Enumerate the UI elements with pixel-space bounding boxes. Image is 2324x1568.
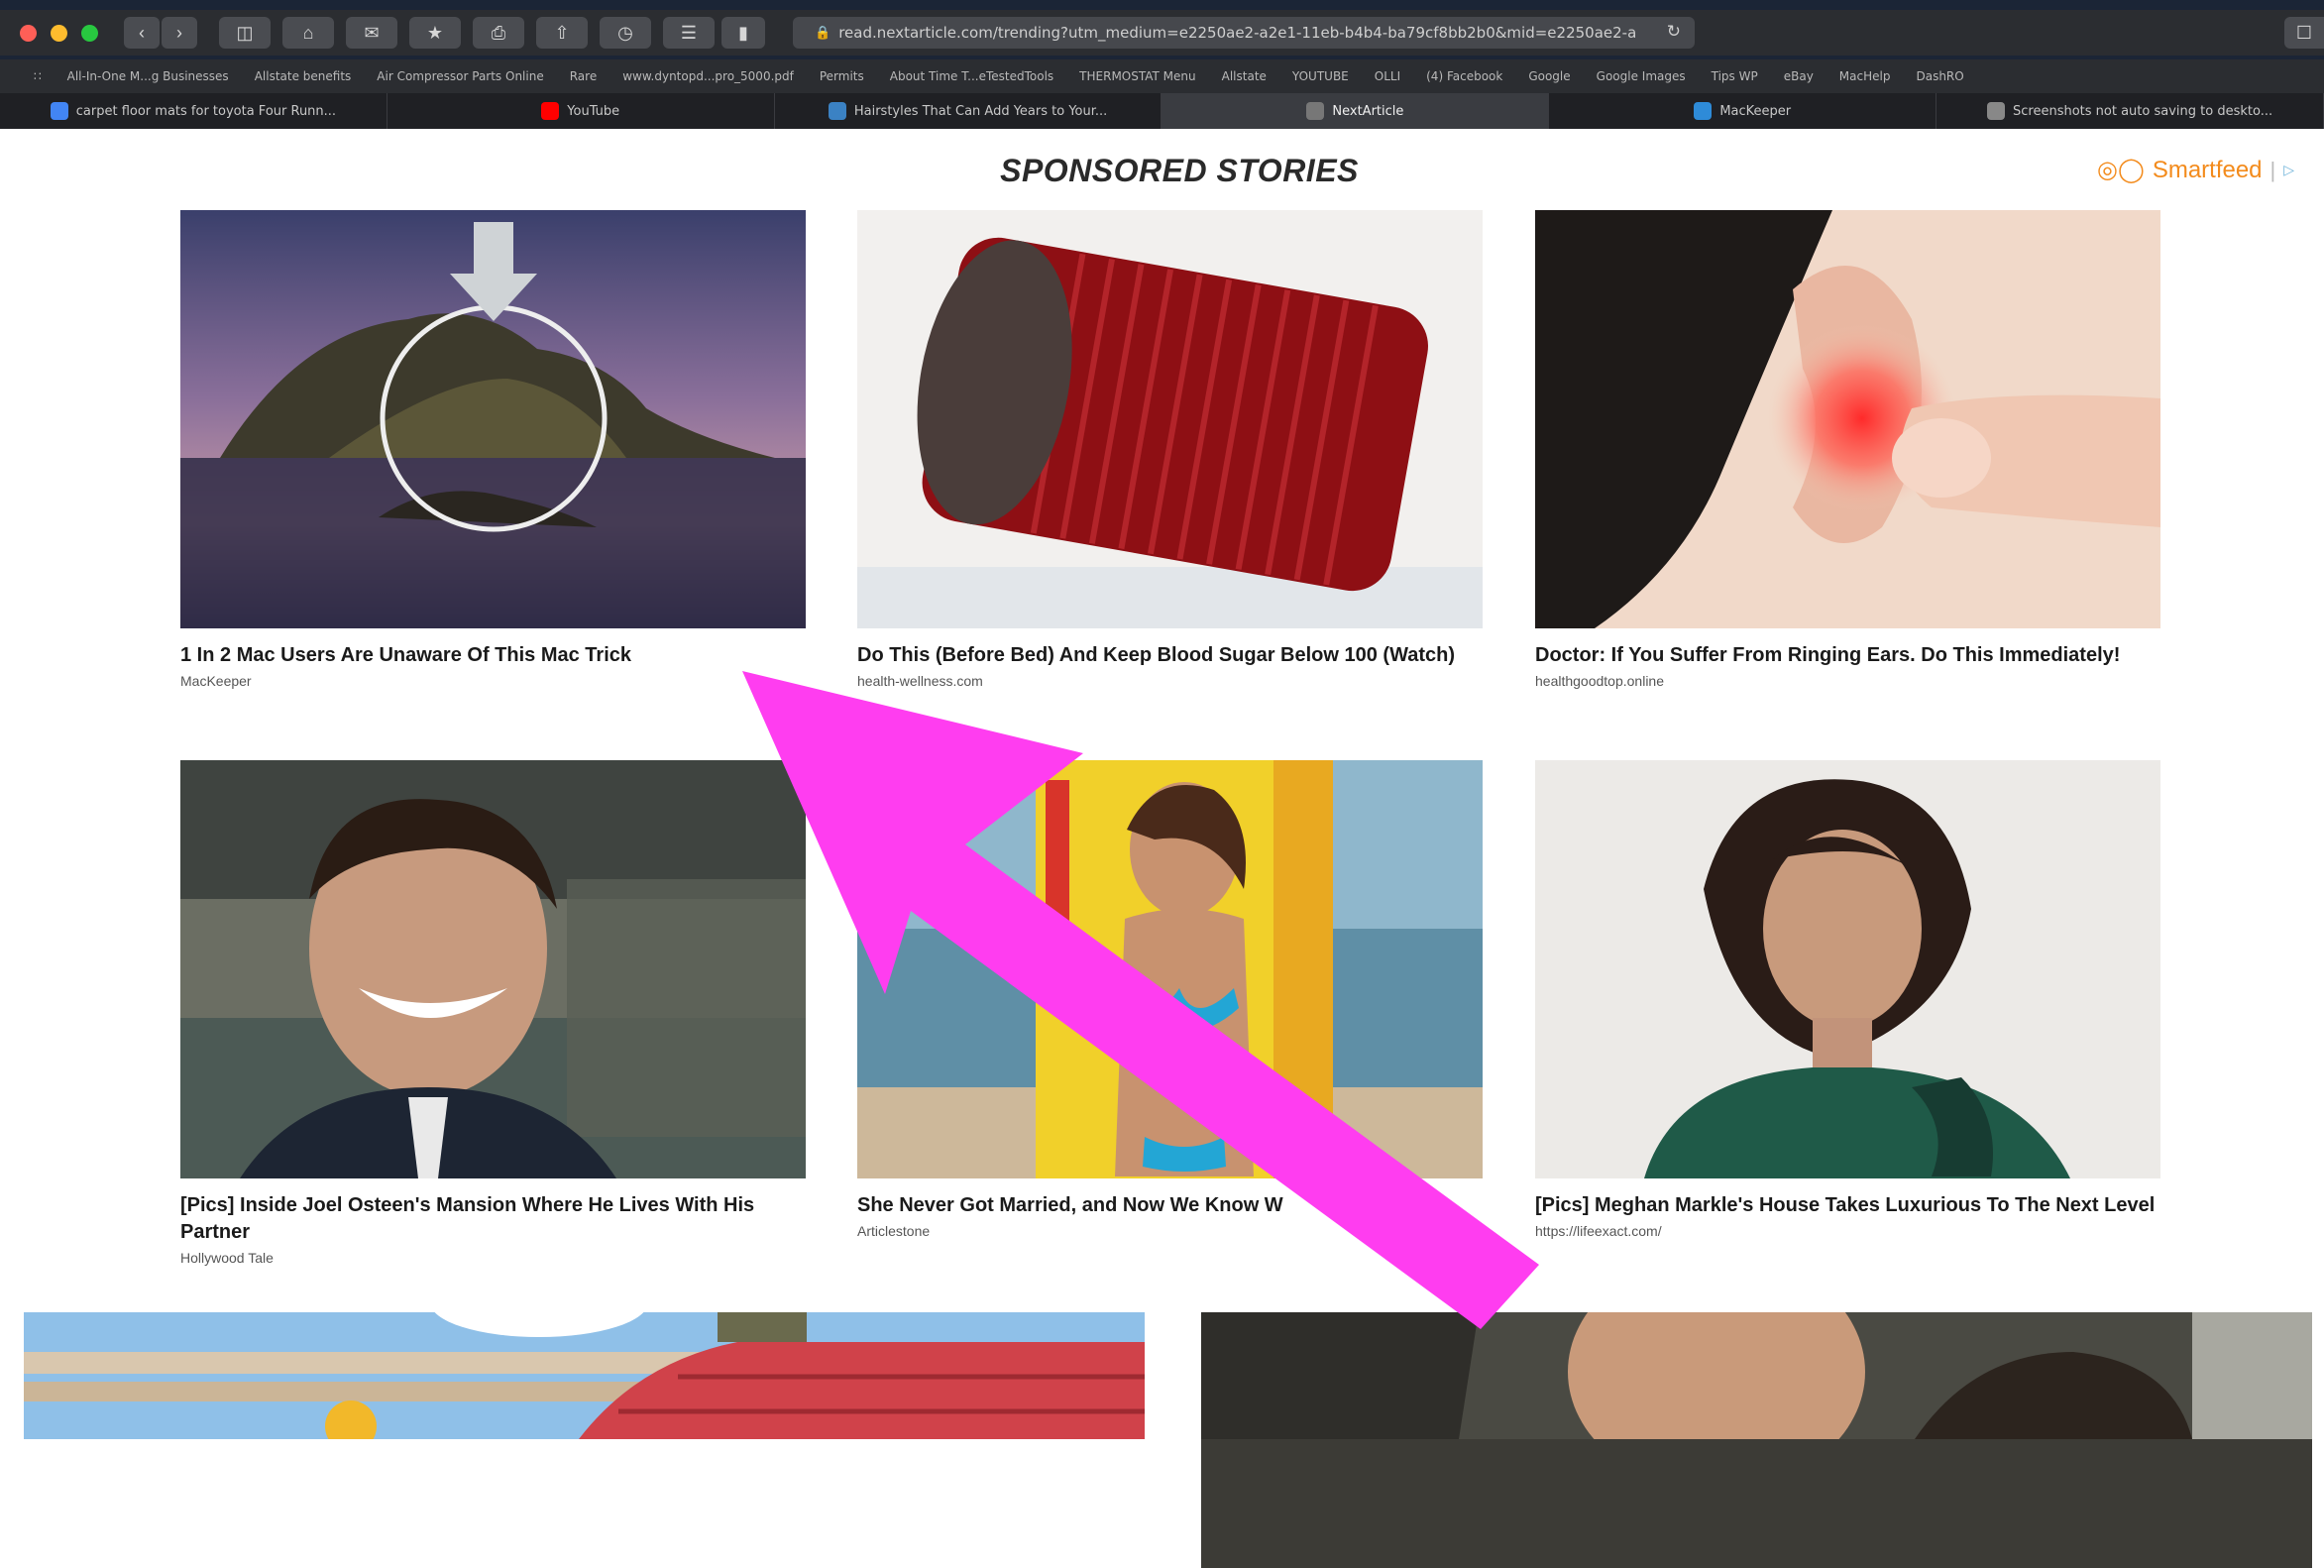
- home-icon[interactable]: ⌂: [282, 17, 334, 49]
- story-source: https://lifeexact.com/: [1535, 1223, 1662, 1239]
- apps-grid-icon[interactable]: ∷: [34, 69, 42, 83]
- history-icon[interactable]: ◷: [600, 17, 651, 49]
- bookmark-item[interactable]: (4) Facebook: [1426, 69, 1502, 83]
- bookmark-item[interactable]: OLLI: [1375, 69, 1400, 83]
- lock-icon: 🔒: [815, 25, 831, 41]
- tab-label: carpet floor mats for toyota Four Runn..…: [75, 103, 337, 119]
- window-controls: [20, 24, 98, 42]
- bookmark-item[interactable]: DashRO: [1916, 69, 1963, 83]
- story-title[interactable]: [Pics] Meghan Markle's House Takes Luxur…: [1535, 1192, 2160, 1219]
- bookmark-item[interactable]: eBay: [1784, 69, 1814, 83]
- tab-label: NextArticle: [1332, 103, 1404, 119]
- reader-icon[interactable]: ☰: [663, 17, 715, 49]
- browser-tab[interactable]: carpet floor mats for toyota Four Runn..…: [0, 93, 387, 129]
- grey-haired-man-image[interactable]: [1201, 1312, 2312, 1491]
- mackeeper-icon: [1694, 102, 1713, 120]
- smartfeed-icon: ◎◯: [2097, 157, 2145, 183]
- story-card-blood-sugar[interactable]: Do This (Before Bed) And Keep Blood Suga…: [857, 210, 1483, 689]
- story-title[interactable]: Do This (Before Bed) And Keep Blood Suga…: [857, 642, 1483, 669]
- red-ear-image[interactable]: [1535, 210, 2160, 628]
- bookmark-item[interactable]: Rare: [570, 69, 597, 83]
- page-content: SPONSORED STORIES ◎◯ Smartfeed | ▷ 1 In …: [0, 129, 2324, 1568]
- print-icon[interactable]: ⎙: [473, 17, 524, 49]
- beach-woman-image[interactable]: [857, 760, 1483, 1178]
- island-mac-wallpaper-image[interactable]: [180, 210, 806, 628]
- address-bar[interactable]: 🔒 read.nextarticle.com/trending?utm_medi…: [793, 17, 1695, 49]
- bookmark-item[interactable]: YOUTUBE: [1292, 69, 1349, 83]
- youtube-icon: [541, 102, 560, 120]
- tab-label: MacKeeper: [1719, 103, 1792, 119]
- zoom-window-button[interactable]: [81, 24, 98, 42]
- google-icon: [50, 102, 68, 120]
- story-title[interactable]: 1 In 2 Mac Users Are Unaware Of This Mac…: [180, 642, 806, 669]
- story-title[interactable]: She Never Got Married, and Now We Know W: [857, 1192, 1483, 1219]
- forward-button[interactable]: ›: [162, 17, 197, 49]
- privacy-shield-icon[interactable]: ▮: [721, 17, 765, 49]
- bookmark-item[interactable]: Tips WP: [1712, 69, 1758, 83]
- story-card-celebrity[interactable]: [1201, 1312, 2312, 1568]
- browser-tab[interactable]: NextArticle: [1162, 93, 1550, 129]
- sidebar-icon[interactable]: ◫: [219, 17, 271, 49]
- story-card-never-married[interactable]: She Never Got Married, and Now We Know W…: [857, 760, 1483, 1239]
- tab-label: YouTube: [567, 103, 620, 119]
- downloads-icon[interactable]: ☐: [2284, 17, 2324, 49]
- browser-tab[interactable]: YouTube: [387, 93, 775, 129]
- story-source: Hollywood Tale: [180, 1250, 274, 1266]
- bookmark-item[interactable]: MacHelp: [1839, 69, 1891, 83]
- page-heading: SPONSORED STORIES: [1000, 153, 1359, 188]
- smiling-man-image[interactable]: [180, 760, 806, 1178]
- smartfeed-logo[interactable]: ◎◯ Smartfeed | ▷: [2097, 156, 2294, 184]
- bookmark-item[interactable]: Allstate benefits: [255, 69, 352, 83]
- story-source: Articlestone: [857, 1223, 931, 1239]
- bookmark-item[interactable]: All-In-One M...g Businesses: [67, 69, 229, 83]
- bookmark-item[interactable]: THERMOSTAT Menu: [1079, 69, 1195, 83]
- bookmark-item[interactable]: Air Compressor Parts Online: [377, 69, 543, 83]
- share-icon[interactable]: ⇧: [536, 17, 588, 49]
- story-card-roofing[interactable]: [24, 1312, 1145, 1568]
- browser-tab[interactable]: Screenshots not auto saving to deskto...: [1937, 93, 2324, 129]
- story-card-ringing-ears[interactable]: Doctor: If You Suffer From Ringing Ears.…: [1535, 210, 2160, 689]
- roof-worker-image[interactable]: [24, 1312, 1145, 1452]
- bookmark-item[interactable]: www.dyntopd...pro_5000.pdf: [622, 69, 794, 83]
- story-card-meghan-markle[interactable]: [Pics] Meghan Markle's House Takes Luxur…: [1535, 760, 2160, 1239]
- cranberry-jelly-image[interactable]: [857, 210, 1483, 628]
- apple-icon: [1987, 102, 2005, 120]
- browser-tab[interactable]: Hairstyles That Can Add Years to Your...: [775, 93, 1162, 129]
- url-text: read.nextarticle.com/trending?utm_medium…: [838, 24, 1637, 42]
- tab-bar: carpet floor mats for toyota Four Runn..…: [0, 93, 2324, 129]
- ad-choices-icon[interactable]: ▷: [2283, 162, 2294, 178]
- minimize-window-button[interactable]: [51, 24, 67, 42]
- story-card-osteen[interactable]: [Pics] Inside Joel Osteen's Mansion Wher…: [180, 760, 806, 1266]
- story-source: MacKeeper: [180, 673, 252, 689]
- story-source: healthgoodtop.online: [1535, 673, 1665, 689]
- story-title[interactable]: [Pics] Inside Joel Osteen's Mansion Wher…: [180, 1192, 806, 1246]
- mail-icon[interactable]: ✉: [346, 17, 397, 49]
- browser-tab[interactable]: MacKeeper: [1549, 93, 1937, 129]
- bookmark-item[interactable]: Permits: [820, 69, 864, 83]
- reload-icon[interactable]: ↻: [1667, 22, 1681, 42]
- bookmark-item[interactable]: About Time T...eTestedTools: [890, 69, 1053, 83]
- browser-toolbar: ‹ › ◫ ⌂ ✉ ★ ⎙ ⇧ ◷ ☰ ▮ 🔒 read.nextarticle…: [0, 10, 2324, 56]
- story-source: health-wellness.com: [857, 673, 983, 689]
- bookmark-item[interactable]: Google Images: [1597, 69, 1686, 83]
- f-icon: [828, 102, 846, 120]
- bookmark-item[interactable]: Allstate: [1222, 69, 1267, 83]
- bookmarks-bar: ∷ All-In-One M...g Businesses Allstate be…: [0, 59, 2324, 93]
- tab-label: Screenshots not auto saving to deskto...: [2013, 103, 2273, 119]
- bookmark-item[interactable]: Google: [1528, 69, 1570, 83]
- close-window-button[interactable]: [20, 24, 37, 42]
- woman-portrait-image[interactable]: [1535, 760, 2160, 1178]
- n-icon: [1306, 102, 1325, 120]
- back-button[interactable]: ‹: [124, 17, 160, 49]
- bookmark-star-icon[interactable]: ★: [409, 17, 461, 49]
- tab-label: Hairstyles That Can Add Years to Your...: [853, 103, 1108, 119]
- divider: |: [2269, 157, 2276, 182]
- story-card-mac[interactable]: 1 In 2 Mac Users Are Unaware Of This Mac…: [180, 210, 806, 689]
- smartfeed-label: Smartfeed: [2152, 156, 2263, 183]
- story-title[interactable]: Doctor: If You Suffer From Ringing Ears.…: [1535, 642, 2160, 669]
